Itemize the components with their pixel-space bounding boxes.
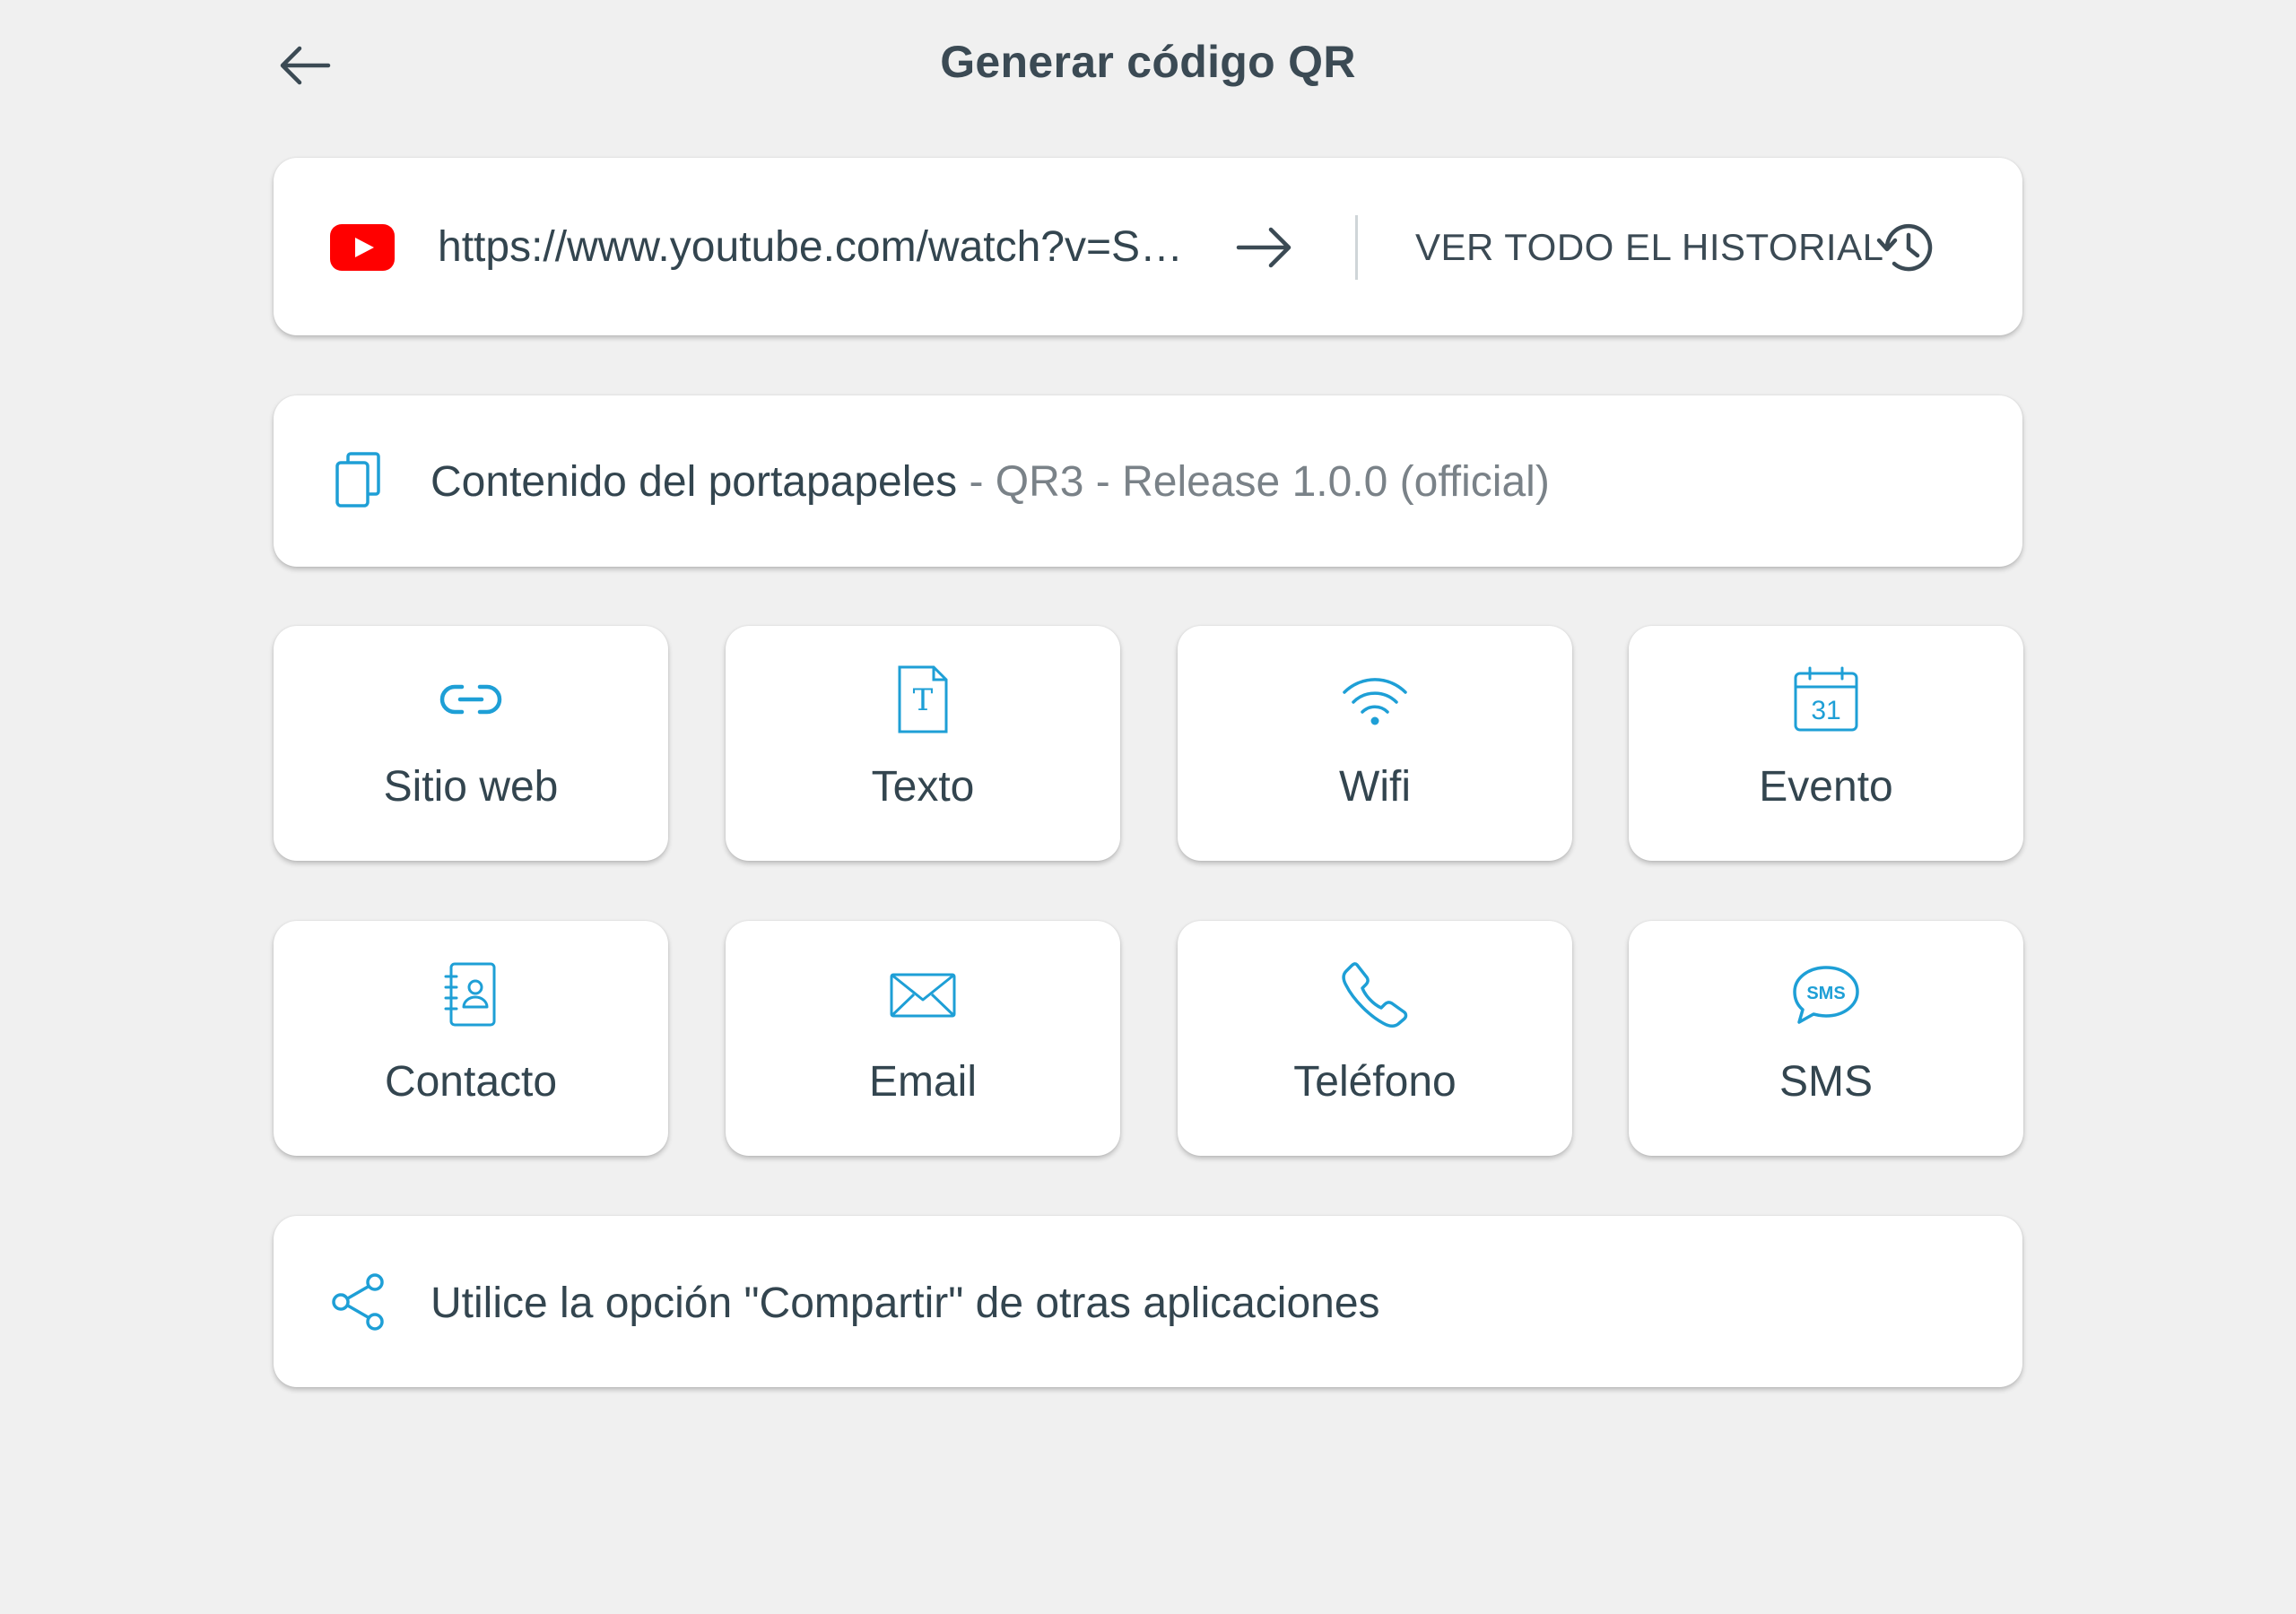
clipboard-text: Contenido del portapapeles - QR3 - Relea… (430, 457, 1550, 507)
envelope-icon (890, 973, 956, 1018)
clipboard-copy-icon (335, 452, 380, 508)
text-icon: T (898, 665, 948, 733)
phone-icon (1342, 962, 1408, 1028)
share-icon (332, 1273, 384, 1331)
tile-texto[interactable]: T Texto (726, 626, 1120, 861)
page-title: Generar código QR (940, 37, 1356, 87)
clipboard-content: - QR3 - Release 1.0.0 (official) (957, 458, 1550, 506)
history-url-link[interactable]: https://www.youtube.com/watch?v=S… (438, 222, 1200, 272)
clipboard-label: Contenido del portapapeles (430, 458, 958, 506)
svg-text:SMS: SMS (1806, 984, 1845, 1003)
link-icon (439, 684, 502, 715)
tile-email[interactable]: Email (726, 921, 1120, 1156)
tile-sms[interactable]: SMS SMS (1629, 921, 2023, 1156)
calendar-icon: 31 (1794, 666, 1858, 732)
tile-label: Teléfono (1293, 1058, 1457, 1106)
tile-wifi[interactable]: Wifi (1178, 626, 1572, 861)
tile-label: Sitio web (383, 763, 559, 811)
tile-label: SMS (1779, 1058, 1873, 1106)
tile-telefono[interactable]: Teléfono (1178, 921, 1572, 1156)
svg-text:31: 31 (1811, 696, 1840, 725)
tile-sitio-web[interactable]: Sitio web (274, 626, 668, 861)
app-header: Generar código QR (0, 0, 2296, 134)
arrow-right-icon[interactable] (1233, 218, 1296, 277)
tile-label: Wifi (1339, 763, 1411, 811)
contact-book-icon (444, 962, 496, 1027)
share-label: Utilice la opción "Compartir" de otras a… (430, 1280, 1380, 1327)
wifi-icon (1343, 678, 1407, 725)
tile-contacto[interactable]: Contacto (274, 921, 668, 1156)
tile-label: Evento (1759, 763, 1893, 811)
divider (1355, 215, 1358, 280)
youtube-icon (330, 224, 395, 271)
tile-label: Contacto (384, 1058, 558, 1106)
svg-text:T: T (913, 682, 934, 718)
tile-label: Texto (871, 763, 975, 811)
history-icon[interactable] (1874, 215, 1939, 280)
view-all-history-button[interactable]: VER TODO EL HISTORIAL (1415, 226, 1883, 269)
sms-bubble-icon: SMS (1793, 966, 1859, 1024)
tile-label: Email (868, 1058, 978, 1106)
tile-evento[interactable]: 31 Evento (1629, 626, 2023, 861)
